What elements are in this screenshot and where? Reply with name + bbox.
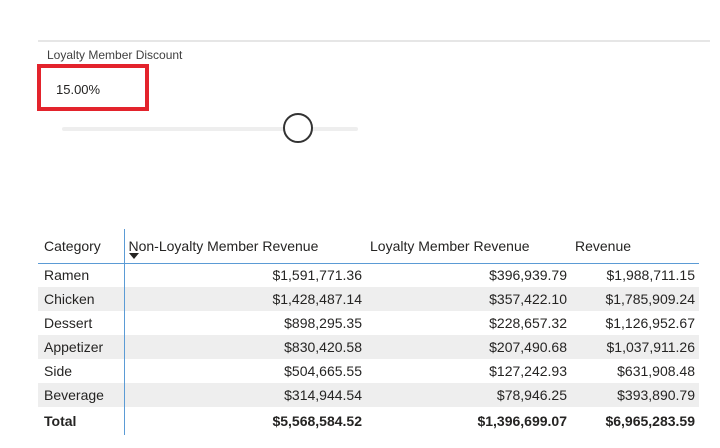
row-loyalty-revenue: $127,242.93 bbox=[489, 363, 567, 379]
row-category: Side bbox=[38, 359, 125, 383]
table-row[interactable]: Appetizer $830,420.58 $207,490.68 $1,037… bbox=[38, 335, 699, 359]
table-row[interactable]: Ramen $1,591,771.36 $396,939.79 $1,988,7… bbox=[38, 263, 699, 287]
row-category: Appetizer bbox=[38, 335, 125, 359]
table-row[interactable]: Dessert $898,295.35 $228,657.32 $1,126,9… bbox=[38, 311, 699, 335]
row-category: Dessert bbox=[38, 311, 125, 335]
table-row[interactable]: Side $504,665.55 $127,242.93 $631,908.48 bbox=[38, 359, 699, 383]
row-revenue: $1,126,952.67 bbox=[605, 315, 695, 331]
total-loyalty-revenue: $1,396,699.07 bbox=[477, 413, 567, 429]
slicer-value-box[interactable]: 15.00% bbox=[37, 64, 149, 111]
row-loyalty-revenue: $78,946.25 bbox=[366, 383, 571, 407]
table-row[interactable]: Beverage $314,944.54 $78,946.25 $393,890… bbox=[38, 383, 699, 407]
row-loyalty-revenue: $228,657.32 bbox=[489, 315, 567, 331]
row-revenue: $393,890.79 bbox=[571, 383, 699, 407]
column-header-non-loyalty-revenue[interactable]: Non-Loyalty Member Revenue bbox=[124, 229, 366, 264]
row-category: Ramen bbox=[38, 263, 125, 287]
visual-top-border bbox=[38, 40, 710, 42]
slider-thumb[interactable] bbox=[283, 113, 313, 143]
table-row[interactable]: Chicken $1,428,487.14 $357,422.10 $1,785… bbox=[38, 287, 699, 311]
header-row: Category Non-Loyalty Member Revenue Loya… bbox=[38, 229, 699, 264]
row-non-loyalty-revenue: $504,665.55 bbox=[284, 363, 362, 379]
row-non-loyalty-revenue: $1,591,771.36 bbox=[272, 267, 362, 284]
column-header-label: Non-Loyalty Member Revenue bbox=[128, 237, 319, 254]
slicer-value: 15.00% bbox=[56, 82, 101, 97]
row-revenue: $1,988,711.15 bbox=[606, 267, 696, 284]
row-revenue: $1,037,911.26 bbox=[571, 335, 699, 359]
total-label: Total bbox=[38, 407, 125, 435]
row-loyalty-revenue: $396,939.79 bbox=[489, 267, 567, 284]
total-row: Total $5,568,584.52 $1,396,699.07 $6,965… bbox=[38, 407, 699, 435]
total-non-loyalty-revenue: $5,568,584.52 bbox=[272, 413, 362, 429]
column-header-loyalty-revenue[interactable]: Loyalty Member Revenue bbox=[366, 229, 571, 264]
row-revenue: $631,908.48 bbox=[617, 363, 695, 379]
column-header-category[interactable]: Category bbox=[38, 229, 125, 264]
sort-descending-icon bbox=[128, 252, 139, 259]
row-non-loyalty-revenue: $1,428,487.14 bbox=[124, 287, 366, 311]
row-non-loyalty-revenue: $898,295.35 bbox=[284, 315, 362, 331]
revenue-matrix: Category Non-Loyalty Member Revenue Loya… bbox=[38, 229, 699, 435]
row-category: Beverage bbox=[38, 383, 125, 407]
slicer-title: Loyalty Member Discount bbox=[47, 48, 183, 62]
column-header-revenue[interactable]: Revenue bbox=[571, 229, 699, 264]
row-category: Chicken bbox=[38, 287, 125, 311]
row-loyalty-revenue: $357,422.10 bbox=[366, 287, 571, 311]
total-revenue: $6,965,283.59 bbox=[605, 413, 695, 429]
row-loyalty-revenue: $207,490.68 bbox=[366, 335, 571, 359]
row-revenue: $1,785,909.24 bbox=[571, 287, 699, 311]
slider-track[interactable] bbox=[62, 127, 358, 131]
row-non-loyalty-revenue: $830,420.58 bbox=[124, 335, 366, 359]
row-non-loyalty-revenue: $314,944.54 bbox=[124, 383, 366, 407]
